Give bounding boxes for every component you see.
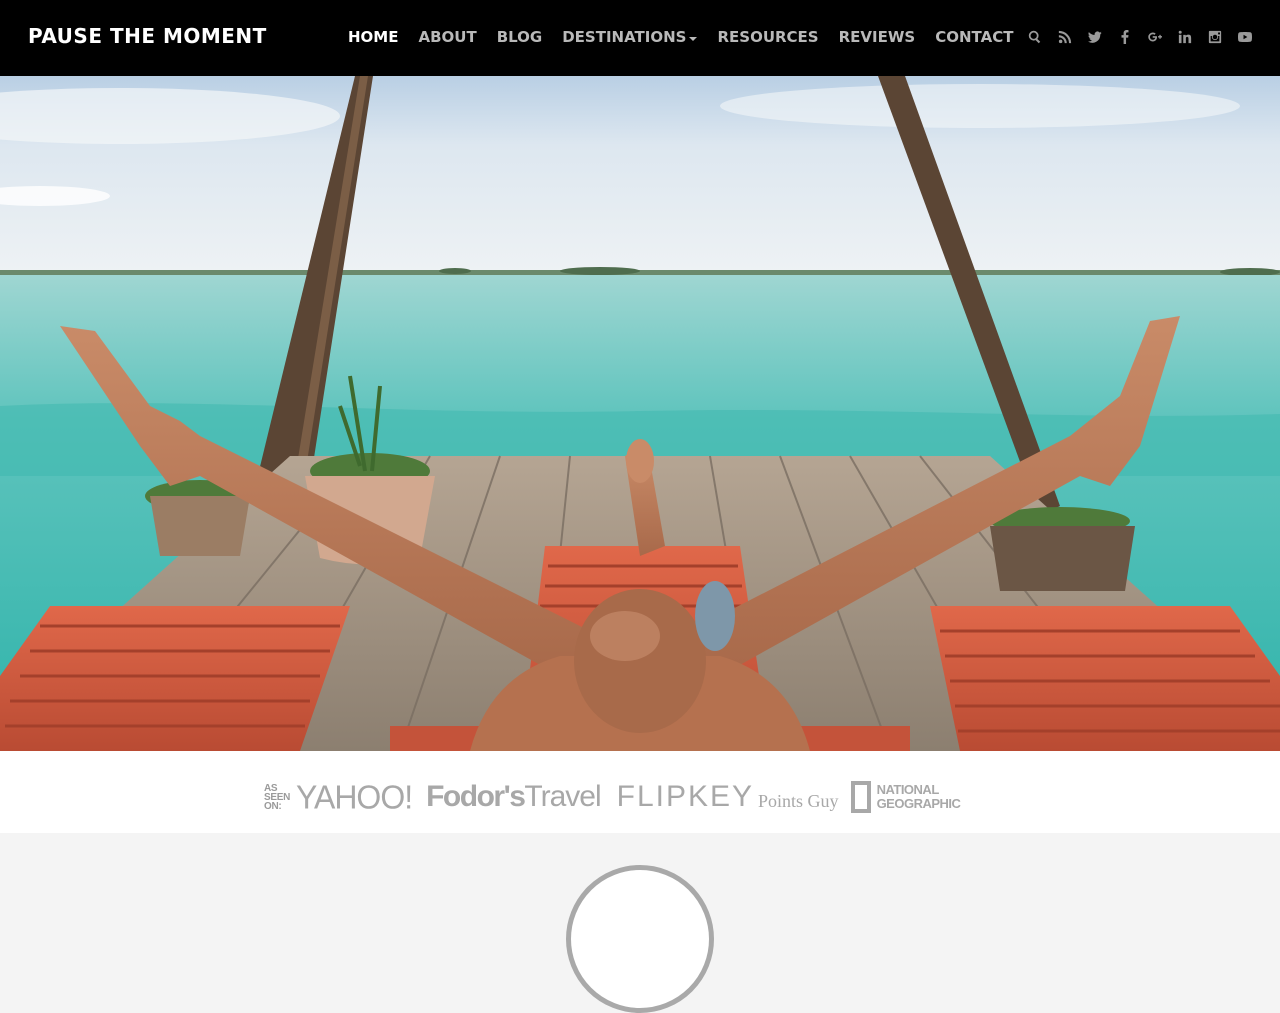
nav-about[interactable]: ABOUT: [408, 24, 486, 50]
linkedin-icon[interactable]: [1170, 22, 1200, 52]
content-section: [0, 833, 1280, 1013]
flipkey-logo-text: FLIPKEY: [616, 780, 755, 813]
fodors-travel-logo: Fodor'sTravel: [426, 780, 602, 814]
points-guy-logo: Points Guy: [758, 783, 839, 812]
hero-image: [0, 76, 1280, 751]
fodors-logo-text: Fodor's: [426, 780, 526, 813]
points-guy-logo-text: Points Guy: [758, 790, 839, 811]
nav-destinations[interactable]: DESTINATIONS: [552, 24, 707, 50]
nav-home[interactable]: HOME: [338, 24, 408, 50]
natgeo-logo-text: NATIONAL GEOGRAPHIC: [877, 783, 961, 811]
profile-emblem: [566, 865, 714, 1013]
nav-blog[interactable]: BLOG: [487, 24, 553, 50]
yahoo-logo: YAHOO!: [296, 777, 413, 816]
natgeo-yellow-frame-icon: [850, 781, 871, 813]
rss-icon[interactable]: [1050, 22, 1080, 52]
top-navigation-bar: PAUSE THE MOMENT HOME ABOUT BLOG DESTINA…: [0, 0, 1280, 76]
search-icon[interactable]: [1020, 22, 1050, 52]
national-geographic-logo: NATIONAL GEOGRAPHIC: [850, 781, 961, 813]
facebook-icon[interactable]: [1110, 22, 1140, 52]
travel-logo-text: Travel: [524, 780, 601, 813]
as-seen-on-label: AS SEEN ON:: [264, 782, 291, 812]
natgeo-line-2: GEOGRAPHIC: [876, 796, 961, 811]
hero-photo-illustration: [0, 76, 1280, 751]
google-plus-icon[interactable]: [1140, 22, 1170, 52]
nav-destinations-label: DESTINATIONS: [562, 28, 687, 46]
instagram-icon[interactable]: [1200, 22, 1230, 52]
chevron-down-icon: [689, 36, 698, 41]
header-icon-bar: [1020, 22, 1260, 52]
youtube-icon[interactable]: [1230, 22, 1260, 52]
twitter-icon[interactable]: [1080, 22, 1110, 52]
nav-resources[interactable]: RESOURCES: [707, 24, 828, 50]
nav-reviews[interactable]: REVIEWS: [829, 24, 926, 50]
natgeo-line-1: NATIONAL: [876, 782, 940, 797]
site-logo[interactable]: PAUSE THE MOMENT: [28, 24, 267, 48]
press-logos-strip: AS SEEN ON: YAHOO! Fodor'sTravel FLIPKEY…: [0, 751, 1280, 833]
flipkey-logo: FLIPKEY: [617, 780, 754, 814]
press-logo-row: AS SEEN ON: YAHOO! Fodor'sTravel FLIPKEY…: [264, 777, 961, 817]
nav-contact[interactable]: CONTACT: [925, 24, 1023, 50]
main-menu: HOME ABOUT BLOG DESTINATIONS RESOURCES R…: [338, 24, 1023, 50]
